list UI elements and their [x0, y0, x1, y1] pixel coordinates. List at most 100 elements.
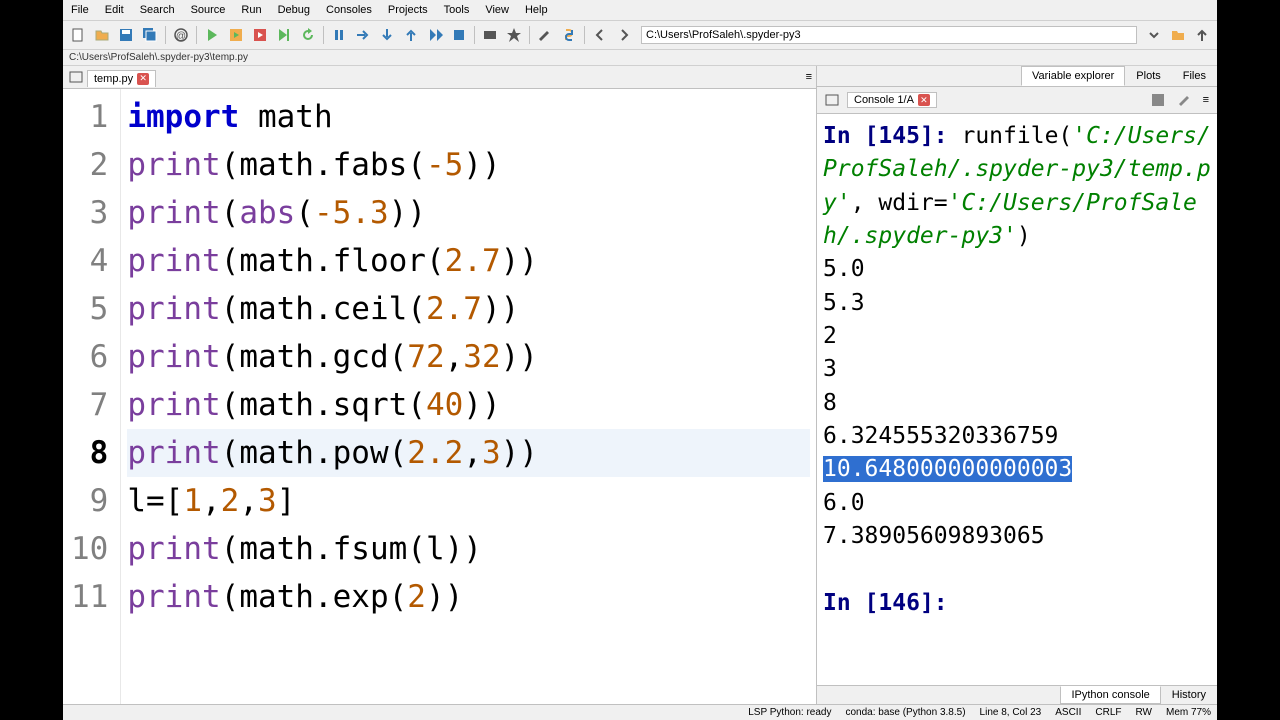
menu-run[interactable]: Run [233, 1, 269, 19]
cwd-input[interactable] [641, 26, 1137, 44]
code-line[interactable]: print(math.exp(2)) [127, 573, 810, 621]
console-header: Console 1/A ✕ ≡ [817, 87, 1217, 114]
debug-continue-button[interactable] [424, 24, 446, 46]
tab-plots[interactable]: Plots [1125, 66, 1171, 86]
console-bottom-tabs: IPython consoleHistory [817, 685, 1217, 704]
at-icon[interactable]: @ [170, 24, 192, 46]
nav-forward-button[interactable] [613, 24, 635, 46]
console-output-line[interactable]: 6.324555320336759 [823, 420, 1211, 453]
code-line[interactable]: l=[1,2,3] [127, 477, 810, 525]
console-tab[interactable]: Console 1/A ✕ [847, 92, 937, 108]
console-stop-icon[interactable] [1147, 89, 1169, 111]
console-output-line[interactable]: 6.0 [823, 487, 1211, 520]
tab-history[interactable]: History [1161, 686, 1217, 704]
cwd-browse-button[interactable] [1167, 24, 1189, 46]
menu-view[interactable]: View [477, 1, 517, 19]
kernel-interrupt-button[interactable] [503, 24, 525, 46]
main-area: temp.py ✕ ≡ 1234567891011 import mathpri… [63, 66, 1217, 704]
nav-back-button[interactable] [589, 24, 611, 46]
tab-files[interactable]: Files [1172, 66, 1217, 86]
file-tab[interactable]: temp.py ✕ [87, 70, 156, 87]
separator [474, 26, 475, 44]
separator [584, 26, 585, 44]
console-output-line[interactable]: 10.648000000000003 [823, 453, 1211, 486]
tab-variable explorer[interactable]: Variable explorer [1021, 66, 1125, 86]
code-line[interactable]: print(math.floor(2.7)) [127, 237, 810, 285]
console-output-line[interactable]: 3 [823, 353, 1211, 386]
console-output-line[interactable]: 2 [823, 320, 1211, 353]
menu-edit[interactable]: Edit [97, 1, 132, 19]
separator [165, 26, 166, 44]
line-number-gutter: 1234567891011 [63, 89, 121, 704]
status-encoding: ASCII [1055, 707, 1081, 718]
editor-tabs: temp.py ✕ ≡ [63, 66, 816, 89]
spyder-app: FileEditSearchSourceRunDebugConsolesProj… [63, 0, 1217, 720]
save-all-button[interactable] [139, 24, 161, 46]
debug-stop-button[interactable] [448, 24, 470, 46]
save-button[interactable] [115, 24, 137, 46]
menu-file[interactable]: File [63, 1, 97, 19]
console-output-line[interactable]: 8 [823, 387, 1211, 420]
editor-pane: temp.py ✕ ≡ 1234567891011 import mathpri… [63, 66, 817, 704]
separator [529, 26, 530, 44]
console-tab-label: Console 1/A [854, 94, 914, 106]
code-line[interactable]: print(math.fabs(-5)) [127, 141, 810, 189]
status-conda: conda: base (Python 3.8.5) [845, 707, 965, 718]
cwd-parent-button[interactable] [1191, 24, 1213, 46]
console-browse-icon[interactable] [821, 89, 843, 111]
svg-text:@: @ [176, 31, 186, 42]
menu-debug[interactable]: Debug [270, 1, 318, 19]
console-output-line[interactable]: 5.0 [823, 253, 1211, 286]
debug-step-button[interactable] [352, 24, 374, 46]
run-cell-advance-button[interactable] [249, 24, 271, 46]
code-line[interactable]: print(math.gcd(72,32)) [127, 333, 810, 381]
tab-ipython console[interactable]: IPython console [1060, 686, 1160, 704]
statusbar: LSP Python: ready conda: base (Python 3.… [63, 704, 1217, 720]
status-lsp: LSP Python: ready [748, 707, 831, 718]
toolbar: @ [63, 21, 1217, 50]
code-line[interactable]: print(math.fsum(l)) [127, 525, 810, 573]
open-file-button[interactable] [91, 24, 113, 46]
menu-source[interactable]: Source [183, 1, 234, 19]
menu-tools[interactable]: Tools [436, 1, 478, 19]
debug-step-out-button[interactable] [400, 24, 422, 46]
console-output[interactable]: In [145]: runfile('C:/Users/ProfSaleh/.s… [817, 114, 1217, 685]
status-cursor-pos: Line 8, Col 23 [980, 707, 1042, 718]
run-cell-button[interactable] [225, 24, 247, 46]
separator [196, 26, 197, 44]
menu-search[interactable]: Search [132, 1, 183, 19]
close-icon[interactable]: ✕ [918, 94, 930, 106]
run-selection-button[interactable] [273, 24, 295, 46]
console-output-line[interactable]: 5.3 [823, 287, 1211, 320]
file-path-bar: C:\Users\ProfSaleh\.spyder-py3\temp.py [63, 50, 1217, 66]
status-rw: RW [1136, 707, 1152, 718]
tab-browse-icon[interactable] [65, 66, 87, 88]
code-body[interactable]: import mathprint(math.fabs(-5))print(abs… [121, 89, 816, 704]
kernel-restart-button[interactable] [479, 24, 501, 46]
menu-consoles[interactable]: Consoles [318, 1, 380, 19]
menu-help[interactable]: Help [517, 1, 556, 19]
console-output-line[interactable]: 7.38905609893065 [823, 520, 1211, 553]
console-menu-icon[interactable]: ≡ [1199, 92, 1213, 108]
cwd-dropdown-icon[interactable] [1143, 24, 1165, 46]
code-line[interactable]: print(abs(-5.3)) [127, 189, 810, 237]
code-line[interactable]: print(math.pow(2.2,3)) [127, 429, 810, 477]
file-tab-label: temp.py [94, 73, 133, 85]
debug-step-in-button[interactable] [376, 24, 398, 46]
new-file-button[interactable] [67, 24, 89, 46]
status-memory: Mem 77% [1166, 707, 1211, 718]
code-editor[interactable]: 1234567891011 import mathprint(math.fabs… [63, 89, 816, 704]
python-path-button[interactable] [558, 24, 580, 46]
right-pane: Variable explorerPlotsFiles Console 1/A … [817, 66, 1217, 704]
debug-pause-button[interactable] [328, 24, 350, 46]
menu-projects[interactable]: Projects [380, 1, 436, 19]
editor-menu-icon[interactable]: ≡ [802, 69, 816, 85]
code-line[interactable]: import math [127, 93, 810, 141]
rerun-button[interactable] [297, 24, 319, 46]
console-clear-icon[interactable] [1173, 89, 1195, 111]
run-button[interactable] [201, 24, 223, 46]
code-line[interactable]: print(math.sqrt(40)) [127, 381, 810, 429]
preferences-button[interactable] [534, 24, 556, 46]
code-line[interactable]: print(math.ceil(2.7)) [127, 285, 810, 333]
close-icon[interactable]: ✕ [137, 73, 149, 85]
